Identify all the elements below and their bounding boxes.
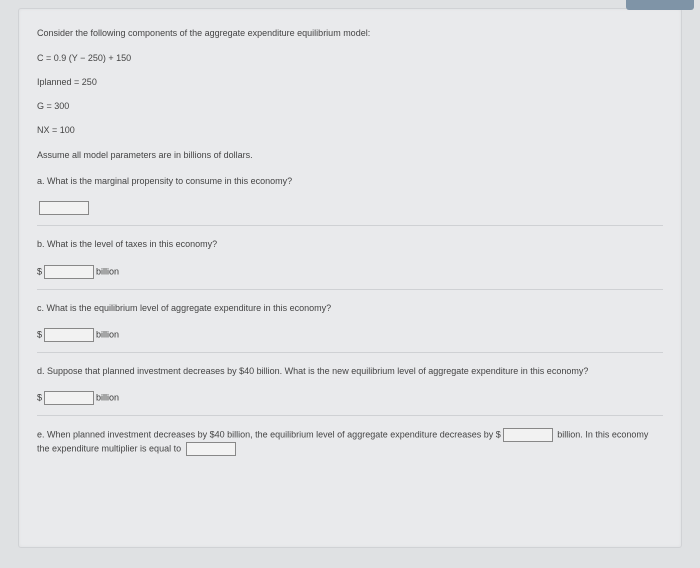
question-d: d. Suppose that planned investment decre…: [37, 365, 663, 377]
question-c: c. What is the equilibrium level of aggr…: [37, 302, 663, 314]
answer-c-row: $ billion: [37, 328, 663, 342]
equation-c: C = 0.9 (Y − 250) + 150: [37, 53, 663, 63]
question-b: b. What is the level of taxes in this ec…: [37, 238, 663, 250]
answer-b-input[interactable]: [44, 265, 94, 279]
cropped-button: [626, 0, 694, 10]
question-e-pre: e. When planned investment decreases by …: [37, 429, 501, 439]
answer-a-row: [37, 201, 663, 215]
answer-d-input[interactable]: [44, 391, 94, 405]
prefix-d: $: [37, 392, 42, 402]
equation-g: G = 300: [37, 101, 663, 111]
prefix-c: $: [37, 329, 42, 339]
question-e: e. When planned investment decreases by …: [37, 428, 663, 456]
unit-d: billion: [96, 392, 119, 402]
equation-i-rest: = 250: [72, 77, 97, 87]
answer-b-row: $ billion: [37, 265, 663, 279]
answer-e1-input[interactable]: [503, 428, 553, 442]
intro-text: Consider the following components of the…: [37, 27, 663, 39]
separator-ab: [37, 225, 663, 226]
question-page: Consider the following components of the…: [18, 8, 682, 548]
answer-c-input[interactable]: [44, 328, 94, 342]
assumption-text: Assume all model parameters are in billi…: [37, 149, 663, 161]
separator-bc: [37, 289, 663, 290]
unit-c: billion: [96, 329, 119, 339]
equation-i-label: Iplanned: [37, 77, 72, 87]
answer-e2-input[interactable]: [186, 442, 236, 456]
answer-a-input[interactable]: [39, 201, 89, 215]
equation-nx: NX = 100: [37, 125, 663, 135]
separator-de: [37, 415, 663, 416]
answer-d-row: $ billion: [37, 391, 663, 405]
separator-cd: [37, 352, 663, 353]
unit-b: billion: [96, 266, 119, 276]
question-a: a. What is the marginal propensity to co…: [37, 175, 663, 187]
equation-i: Iplanned = 250: [37, 77, 663, 87]
prefix-b: $: [37, 266, 42, 276]
